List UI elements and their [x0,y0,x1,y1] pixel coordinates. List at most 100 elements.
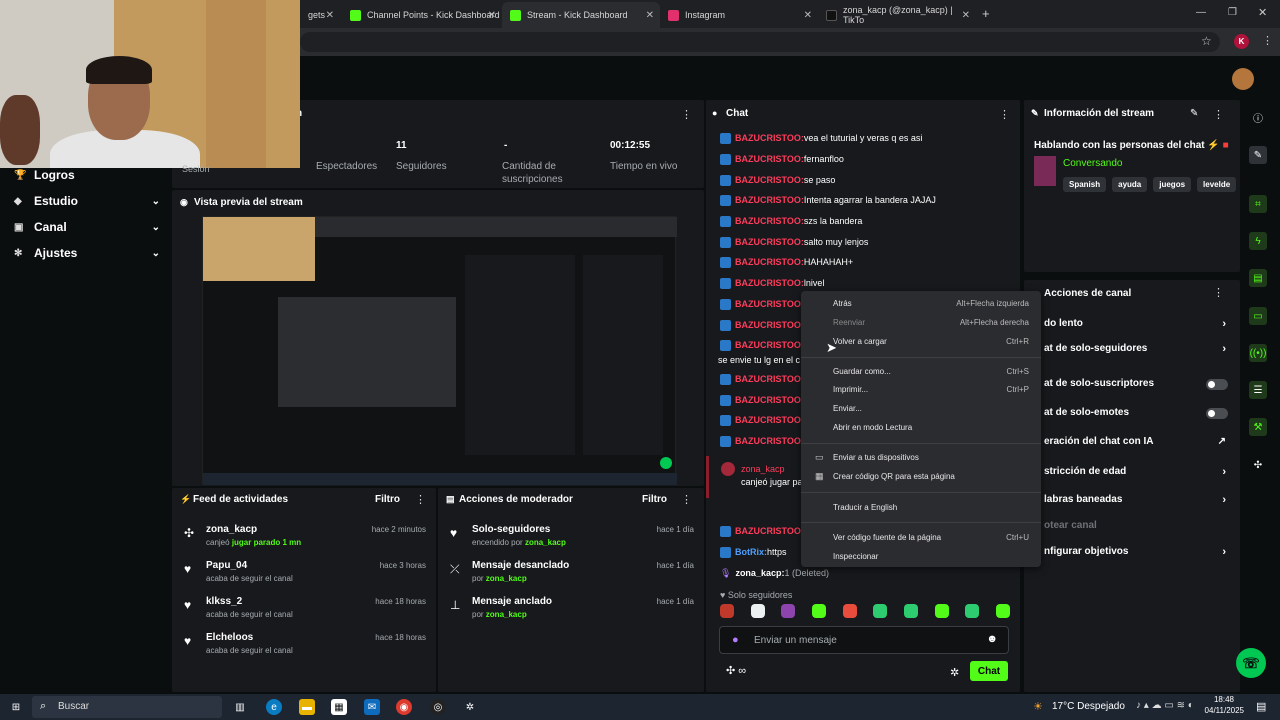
mod-user[interactable]: zona_kacp [486,610,527,619]
emoji-icon[interactable]: ☻ [986,633,998,645]
channel-action-row[interactable]: labras baneadas › [1044,494,1230,512]
chat-emote-icon[interactable] [903,604,918,618]
chat-username[interactable]: BAZUCRISTOO: [735,133,804,143]
channel-action-row[interactable]: otear canal [1044,520,1230,538]
chat-username[interactable]: BAZUCRISTOO: [735,395,804,405]
chat-username[interactable]: BotRix: [735,547,767,557]
chat-username[interactable]: BAZUCRISTOO: [735,320,804,330]
chrome-icon[interactable]: ◉ [396,699,412,715]
new-tab-button[interactable]: + [982,6,990,21]
chat-username[interactable]: BAZUCRISTOO: [735,299,804,309]
stream-category[interactable]: Conversando [1063,158,1122,169]
chat-username[interactable]: BAZUCRISTOO: [735,257,804,267]
url-field[interactable] [300,32,1220,52]
more-options-icon[interactable]: ⋮ [999,108,1010,121]
obs-icon[interactable]: ◎ [430,699,446,715]
clip-icon[interactable]: ⌗ [1249,195,1267,213]
menu-dots-icon[interactable]: ⋮ [1262,34,1273,47]
context-menu-item[interactable]: Abrir en modo Lectura [833,423,1029,432]
gear-icon[interactable]: ✲ [950,666,959,679]
mail-icon[interactable]: ✉ [364,699,380,715]
chat-username[interactable]: BAZUCRISTOO: [735,278,804,288]
feed-user[interactable]: klkss_2 [206,596,242,607]
more-options-icon[interactable]: ⋮ [681,493,692,506]
bubble-emote-icon[interactable] [995,604,1010,618]
sidebar-item-ajustes[interactable]: ✻ Ajustes ⌄ [14,246,160,260]
chat-username[interactable]: BAZUCRISTOO: [735,195,804,205]
chat-username[interactable]: BAZUCRISTOO: [735,175,804,185]
store-icon[interactable]: ▦ [331,699,347,715]
channel-action-row[interactable]: eración del chat con IA ↗ [1044,436,1230,454]
browser-tab-1[interactable]: Channel Points - Kick Dashboard ✕ [342,2,502,28]
robot-emote-icon[interactable] [750,604,765,618]
channel-action-row[interactable]: at de solo-suscriptores [1044,378,1230,396]
user-avatar[interactable] [1232,68,1254,90]
message-icon[interactable]: ▭ [1249,307,1267,325]
folder-icon[interactable]: ▬ [299,699,315,715]
context-menu-item[interactable]: Atrás Alt+Flecha izquierda [833,299,1029,308]
chat-settings-icon[interactable]: ✣ ∞ [726,664,746,677]
box-emote-icon[interactable] [842,604,857,618]
clock-time[interactable]: 18:48 [1212,695,1234,704]
edit-icon[interactable]: ✎ [1249,146,1267,164]
filter-button[interactable]: Filtro [642,494,667,505]
cat-emote-icon[interactable] [720,604,734,618]
taskbar-search[interactable]: ⌕ Buscar [32,696,222,718]
context-menu-item[interactable]: Reenviar Alt+Flecha derecha [833,318,1029,327]
browser-tab-0[interactable]: gets ✕ [300,2,340,28]
close-icon[interactable]: ✕ [326,10,334,21]
close-icon[interactable]: ✕ [488,10,496,21]
feed-user[interactable]: Papu_04 [206,560,247,571]
broadcast-icon[interactable]: ((•)) [1249,344,1267,362]
mod-user[interactable]: zona_kacp [525,538,566,547]
mod-user[interactable]: zona_kacp [486,574,527,583]
filter-button[interactable]: Filtro [375,494,400,505]
chat-username[interactable]: BAZUCRISTOO: [735,374,804,384]
settings-icon[interactable]: ✲ [462,699,478,715]
context-menu-item[interactable]: ▦ Crear código QR para esta página [815,471,1029,481]
more-options-icon[interactable]: ⋮ [1213,108,1224,121]
context-menu-item[interactable]: Guardar como... Ctrl+S [833,367,1029,376]
channel-action-row[interactable]: do lento › [1044,318,1230,336]
chat-username[interactable]: BAZUCRISTOO: [735,154,804,164]
chat-username[interactable]: BAZUCRISTOO: [735,340,804,350]
browser-tab-4[interactable]: zona_kacp (@zona_kacp) | TikTo ✕ [818,2,976,28]
more-options-icon[interactable]: ⋮ [415,493,426,506]
bookmark-star-icon[interactable]: ☆ [1201,34,1212,48]
feed-user[interactable]: Elcheloos [206,632,253,643]
minimize-icon[interactable]: — [1196,7,1206,18]
browser-tab-2[interactable]: Stream - Kick Dashboard ✕ [502,2,660,28]
list-icon[interactable]: ☰ [1249,381,1267,399]
close-icon[interactable]: ✕ [804,10,812,21]
sidebar-item-estudio[interactable]: ◆ Estudio ⌄ [14,194,160,208]
context-menu-item[interactable]: Inspeccionar [833,552,1029,561]
close-icon[interactable]: ✕ [962,10,970,21]
sidebar-item-canal[interactable]: ▣ Canal ⌄ [14,220,160,234]
tray-icons[interactable]: ♪ ▴ ☁ ▭ ≋ ◐ [1136,700,1194,711]
green-emote-icon[interactable] [934,604,949,618]
channel-action-row[interactable]: stricción de edad › [1044,466,1230,484]
profile-avatar[interactable]: K [1234,34,1249,49]
kick-emote-icon[interactable] [811,604,826,618]
window-close-icon[interactable]: ✕ [1258,6,1267,19]
more-options-icon[interactable]: ⋮ [1213,286,1224,299]
feed-user[interactable]: zona_kacp [206,524,257,535]
globe-emote-icon[interactable] [873,604,888,618]
context-menu-item[interactable]: Volver a cargar Ctrl+R [833,337,1029,346]
more-options-icon[interactable]: ⋮ [681,108,692,121]
edge-icon[interactable]: e [266,699,282,715]
grid-emote-icon[interactable] [781,604,796,618]
restore-icon[interactable]: ❐ [1228,7,1237,18]
channel-action-row[interactable]: nfigurar objetivos › [1044,546,1230,564]
document-icon[interactable]: ▤ [1249,269,1267,287]
channel-action-row[interactable]: at de solo-emotes [1044,407,1230,425]
wrench-icon[interactable]: ⚒ [1249,418,1267,436]
toggle-switch[interactable] [1206,408,1228,419]
browser-tab-3[interactable]: Instagram ✕ [660,2,818,28]
close-icon[interactable]: ✕ [646,10,654,21]
channel-action-row[interactable]: at de solo-seguidores › [1044,343,1230,361]
context-menu-item[interactable]: Imprimir... Ctrl+P [833,385,1029,394]
chat-username[interactable]: BAZUCRISTOO: [735,415,804,425]
sidebar-item-logros[interactable]: 🏆 Logros [14,168,160,182]
shapes-icon[interactable]: ✣ [1249,456,1267,474]
